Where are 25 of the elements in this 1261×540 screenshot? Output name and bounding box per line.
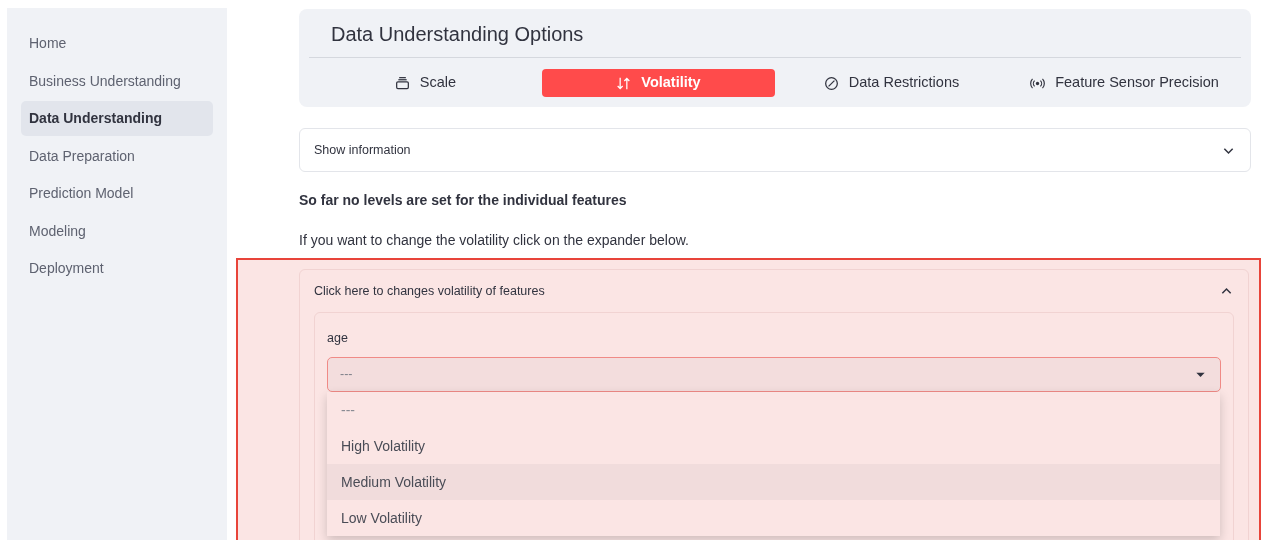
dropdown-option[interactable]: Low Volatility <box>327 500 1220 536</box>
select-value: --- <box>340 365 353 383</box>
sidebar-item[interactable]: Prediction Model <box>21 176 213 211</box>
tab[interactable]: Feature Sensor Precision <box>1008 69 1241 97</box>
expander-label: Click here to changes volatility of features <box>314 282 545 300</box>
up-down-arrows-icon <box>616 75 632 91</box>
expander-header[interactable]: Show information <box>299 128 1251 172</box>
hint-text: If you want to change the volatility click on the expander below. <box>299 231 690 250</box>
sidebar-item[interactable]: Modeling <box>21 213 213 249</box>
dropdown-option[interactable]: Medium Volatility <box>327 464 1220 500</box>
tab[interactable]: Scale <box>309 69 542 97</box>
expander-header[interactable]: Click here to changes volatility of features <box>314 270 1234 312</box>
prohibited-icon <box>823 75 839 91</box>
dropdown-option[interactable]: High Volatility <box>327 428 1220 464</box>
panel-title: Data Understanding Options <box>309 19 1241 58</box>
tray-icon <box>394 75 410 91</box>
sidebar-item[interactable]: Home <box>21 26 213 61</box>
status-text: So far no levels are set for the individual features <box>299 191 628 210</box>
expander-label: Show information <box>314 141 411 159</box>
sidebar-item[interactable]: Data Understanding <box>21 101 213 136</box>
sidebar-item[interactable]: Data Preparation <box>21 138 213 174</box>
tab[interactable]: Data Restrictions <box>775 69 1008 97</box>
sidebar-item[interactable]: Business Understanding <box>21 63 213 99</box>
sidebar-item[interactable]: Deployment <box>21 251 213 286</box>
field-label: age <box>327 330 349 347</box>
